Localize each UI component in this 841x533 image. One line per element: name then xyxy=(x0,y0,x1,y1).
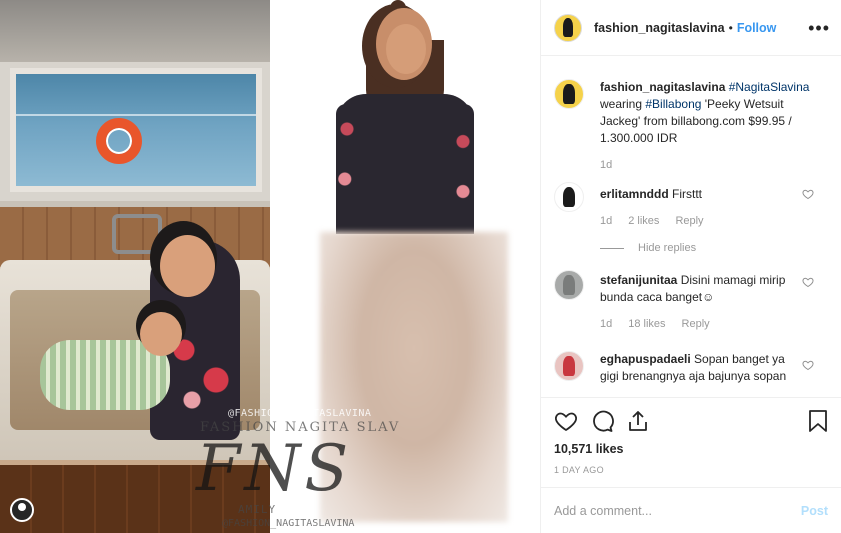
sea-view xyxy=(10,68,262,192)
faucet xyxy=(112,214,162,254)
reply-button[interactable]: Reply xyxy=(675,213,703,230)
separator-dot: • xyxy=(728,20,733,35)
comment-item: eghapuspadaeli Sopan banget ya gigi bren… xyxy=(554,351,828,385)
comment-text: Firsttt xyxy=(672,187,703,201)
wetsuit-jacket xyxy=(336,94,474,234)
post-button[interactable]: Post xyxy=(801,504,828,518)
post-actions: 10,571 likes 1 DAY AGO xyxy=(541,397,841,487)
comments-list[interactable]: fashion_nagitaslavina #NagitaSlavina wea… xyxy=(541,57,841,397)
comment-input[interactable] xyxy=(554,503,801,518)
post-photo[interactable]: @FASHION_NAGITASLAVINA FASHION NAGITA SL… xyxy=(0,0,540,533)
author-username[interactable]: fashion_nagitaslavina xyxy=(594,21,725,35)
caption-time[interactable]: 1d xyxy=(600,157,612,174)
caption-text: fashion_nagitaslavina #NagitaSlavina wea… xyxy=(600,79,810,147)
watermark-logo: FNS xyxy=(196,432,353,506)
bookmark-icon[interactable] xyxy=(807,409,829,433)
comment-composer: Post xyxy=(541,487,841,533)
comment-item: erlitamnddd Firsttt 1d 2 likes Reply xyxy=(554,182,828,230)
comment-time[interactable]: 1d xyxy=(600,213,612,230)
replies-line xyxy=(600,247,624,249)
comment-heart-icon[interactable] xyxy=(802,188,814,200)
wall xyxy=(0,0,270,62)
heart-icon[interactable] xyxy=(554,409,578,433)
hide-replies-label: Hide replies xyxy=(638,242,697,254)
more-icon[interactable]: ••• xyxy=(808,19,830,37)
watermark-handle: @FASHION_NAGITASLAVINA xyxy=(228,408,372,419)
comment-icon[interactable] xyxy=(590,409,614,433)
comment-username[interactable]: stefanijunitaa xyxy=(600,273,677,287)
commenter-avatar[interactable] xyxy=(554,351,584,381)
comment-heart-icon[interactable] xyxy=(802,359,814,371)
post-timestamp[interactable]: 1 DAY AGO xyxy=(554,465,829,475)
commenter-avatar[interactable] xyxy=(554,182,584,212)
watermark-family: AMILY xyxy=(238,503,277,516)
share-icon[interactable] xyxy=(626,409,650,433)
hashtag-link[interactable]: #NagitaSlavina xyxy=(729,80,810,94)
author-avatar[interactable] xyxy=(554,13,582,42)
reply-button[interactable]: Reply xyxy=(682,316,710,333)
tagged-user-icon[interactable] xyxy=(10,498,34,522)
porthole-window xyxy=(0,62,270,207)
hashtag-link[interactable]: #Billabong xyxy=(645,97,701,111)
comment-item: stefanijunitaa Disini mamagi mirip bunda… xyxy=(554,270,828,333)
follow-button[interactable]: Follow xyxy=(737,21,777,35)
caption: fashion_nagitaslavina #NagitaSlavina wea… xyxy=(554,79,828,174)
likes-count[interactable]: 10,571 likes xyxy=(554,442,829,456)
caption-username[interactable]: fashion_nagitaslavina xyxy=(600,80,725,94)
commenter-avatar[interactable] xyxy=(554,270,584,300)
post-header: fashion_nagitaslavina • Follow ••• xyxy=(541,0,841,56)
comment-heart-icon[interactable] xyxy=(802,276,814,288)
caption-fragment: wearing xyxy=(600,97,643,111)
comment-time[interactable]: 1d xyxy=(600,316,612,333)
child-figure xyxy=(40,312,182,410)
post-panel: fashion_nagitaslavina • Follow ••• fashi… xyxy=(540,0,841,533)
comment-likes[interactable]: 2 likes xyxy=(628,213,659,230)
comment-username[interactable]: eghapuspadaeli xyxy=(600,352,691,366)
caption-avatar[interactable] xyxy=(554,79,584,109)
model-face xyxy=(386,24,426,74)
lifebuoy xyxy=(96,118,142,164)
hide-replies-button[interactable]: Hide replies xyxy=(600,242,828,254)
comment-likes[interactable]: 18 likes xyxy=(628,316,665,333)
watermark-handle-bottom: @FASHION_NAGITASLAVINA xyxy=(222,518,355,529)
comment-username[interactable]: erlitamnddd xyxy=(600,187,669,201)
